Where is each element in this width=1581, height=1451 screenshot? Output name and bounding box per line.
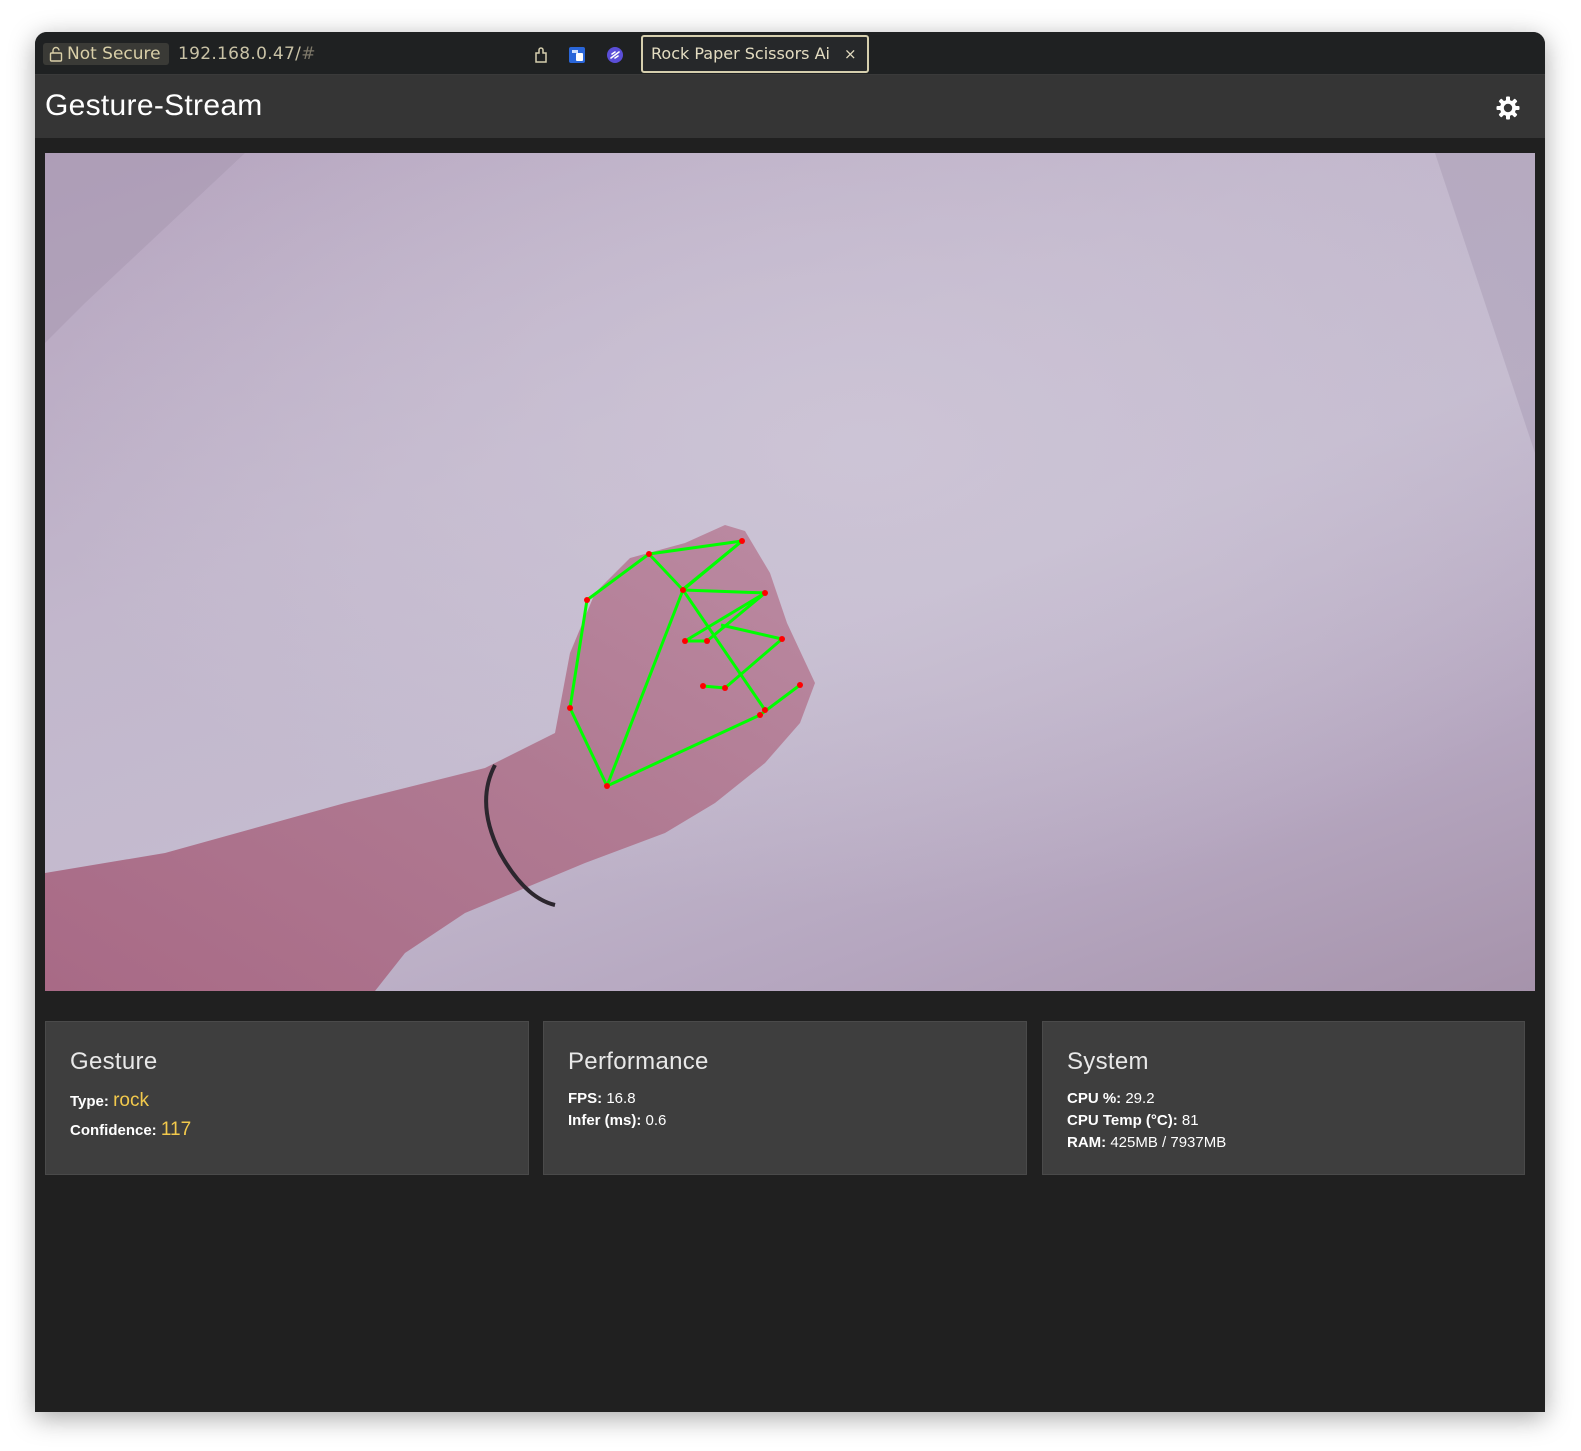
cpu-temp-row: CPU Temp (°C): 81 [1067, 1110, 1226, 1132]
cpu-temp-value: 81 [1181, 1112, 1199, 1129]
fps-value: 16.8 [606, 1090, 636, 1107]
confidence-row: Confidence: 117 [70, 1115, 191, 1144]
fps-label: FPS: [568, 1090, 603, 1107]
confidence-label: Confidence: [70, 1122, 157, 1139]
gesture-type-row: Type: rock [70, 1086, 191, 1115]
card-title: Performance [568, 1048, 709, 1075]
extension-icon[interactable] [532, 45, 552, 65]
lock-icon [49, 46, 63, 62]
infer-row: Infer (ms): 0.6 [568, 1110, 666, 1132]
url-host: 192.168.0.47/ [178, 44, 302, 64]
close-icon[interactable]: × [844, 37, 857, 71]
cpu-temp-label: CPU Temp (°C): [1067, 1112, 1178, 1129]
cpu-value: 29.2 [1125, 1090, 1155, 1107]
page-title: Gesture-Stream [45, 89, 263, 122]
cpu-row: CPU %: 29.2 [1067, 1088, 1226, 1110]
performance-card: Performance FPS: 16.8 Infer (ms): 0.6 [543, 1021, 1027, 1175]
settings-gear-icon[interactable] [1495, 95, 1521, 121]
security-badge[interactable]: Not Secure [43, 43, 169, 65]
browser-window: Not Secure 192.168.0.47/# Rock Paper Sci… [35, 32, 1545, 1412]
card-title: System [1067, 1048, 1149, 1075]
ram-label: RAM: [1067, 1134, 1107, 1151]
link-icon[interactable] [605, 45, 625, 65]
cpu-label: CPU %: [1067, 1090, 1122, 1107]
gesture-type-label: Type: [70, 1093, 109, 1110]
app-header: Gesture-Stream [35, 75, 1545, 138]
ram-row: RAM: 425MB / 7937MB [1067, 1132, 1226, 1154]
infer-value: 0.6 [645, 1112, 667, 1129]
camera-frame [45, 153, 1535, 991]
fps-row: FPS: 16.8 [568, 1088, 666, 1110]
stats-panel: Gesture Type: rock Confidence: 117 Perfo… [45, 1021, 1535, 1177]
address-bar[interactable]: 192.168.0.47/# [178, 43, 316, 65]
gesture-card: Gesture Type: rock Confidence: 117 [45, 1021, 529, 1175]
tab-title: Rock Paper Scissors Ai [651, 44, 830, 63]
infer-label: Infer (ms): [568, 1112, 642, 1129]
card-title: Gesture [70, 1048, 158, 1075]
system-card: System CPU %: 29.2 CPU Temp (°C): 81 RAM… [1042, 1021, 1525, 1175]
active-tab[interactable]: Rock Paper Scissors Ai × [641, 35, 869, 73]
url-hash: # [301, 44, 316, 64]
gesture-type-value: rock [113, 1090, 149, 1111]
ram-value: 425MB / 7937MB [1110, 1134, 1227, 1151]
video-stream [45, 153, 1535, 991]
confidence-value: 117 [160, 1119, 192, 1140]
security-label: Not Secure [67, 44, 161, 64]
shield-icon[interactable] [567, 45, 587, 65]
browser-toolbar: Not Secure 192.168.0.47/# Rock Paper Sci… [35, 32, 1545, 75]
